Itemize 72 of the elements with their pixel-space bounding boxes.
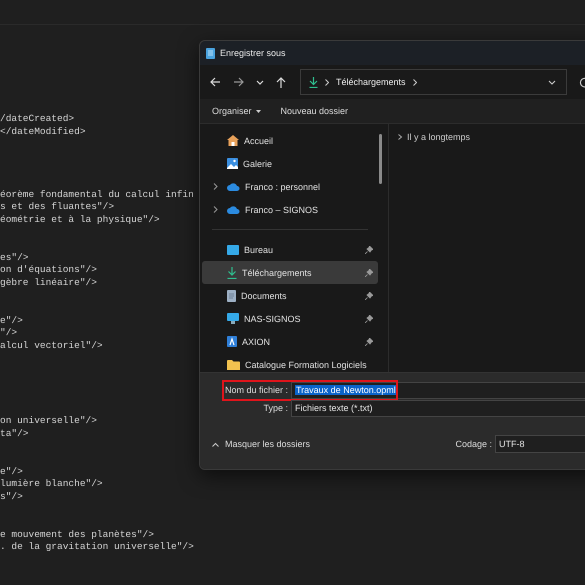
- file-type-dropdown[interactable]: Fichiers texte (*.txt): [291, 400, 585, 416]
- field-label: Codage :: [455, 439, 492, 449]
- code-line: e"/>: [0, 314, 23, 328]
- toolbar-button[interactable]: Organiser: [206, 104, 267, 118]
- forward-icon[interactable]: [233, 77, 244, 87]
- nav-item[interactable]: Documents: [202, 284, 378, 307]
- toolbar-button[interactable]: Nouveau dossier: [274, 104, 354, 118]
- code-line: éométrie et à la physique"/>: [0, 214, 160, 227]
- scrollbar-thumb[interactable]: [379, 134, 382, 184]
- field-label: Type :: [262, 403, 289, 413]
- nav-item[interactable]: Galerie: [202, 152, 378, 175]
- download-icon: [227, 266, 237, 278]
- code-line: on d'équations"/>: [0, 264, 97, 277]
- chevron-down-icon[interactable]: [548, 80, 556, 84]
- code-line: </dateModified>: [0, 126, 86, 138]
- pin-icon[interactable]: [365, 314, 373, 322]
- code-line: e"/>: [0, 466, 23, 478]
- chevron-right-icon[interactable]: [212, 206, 219, 213]
- nav-item[interactable]: Franco : personnel: [202, 175, 378, 198]
- nav-item[interactable]: NAS-SIGNOS: [202, 307, 378, 330]
- nav-item[interactable]: Catalogue Formation Logiciels: [202, 353, 378, 376]
- cloud-icon: [227, 206, 240, 214]
- code-line: ta"/>: [0, 428, 29, 441]
- code-line: es"/>: [0, 252, 29, 264]
- pin-icon[interactable]: [365, 246, 373, 254]
- chevron-up-icon: [212, 442, 219, 446]
- field-label: Nom du fichier :: [224, 385, 289, 395]
- nav-item[interactable]: Téléchargements: [202, 261, 378, 284]
- code-line: lumière blanche"/>: [0, 478, 103, 492]
- caret-icon: [256, 110, 261, 112]
- code-line: /dateCreated>: [0, 113, 74, 126]
- notepad-icon: [206, 48, 215, 58]
- code-line: . de la gravitation universelle"/>: [0, 541, 194, 554]
- code-line: alcul vectoriel"/>: [0, 340, 103, 352]
- download-icon: [309, 76, 318, 88]
- pin-icon[interactable]: [365, 268, 373, 276]
- code-line: on universelle"/>: [0, 415, 97, 428]
- group-header[interactable]: Il y a longtemps: [397, 132, 585, 142]
- home-icon: [227, 135, 239, 146]
- up-icon[interactable]: [276, 76, 286, 88]
- code-line: s et des fluantes"/>: [0, 201, 114, 214]
- folder-icon: [227, 360, 240, 370]
- nav-item[interactable]: Bureau: [202, 238, 378, 261]
- document-icon: [227, 290, 236, 302]
- encoding-dropdown[interactable]: UTF-8: [495, 435, 585, 453]
- monitor-icon: [227, 313, 239, 324]
- back-icon[interactable]: [210, 77, 221, 87]
- cloud-icon: [227, 182, 240, 190]
- address-bar[interactable]: Téléchargements: [300, 69, 567, 95]
- desktop-icon: [227, 244, 239, 254]
- gallery-icon: [227, 158, 238, 169]
- chevron-right-icon: [325, 78, 329, 86]
- hide-folders-button[interactable]: Masquer les dossiers: [206, 438, 316, 450]
- code-line: éorème fondamental du calcul infin: [0, 188, 194, 202]
- code-line: gèbre linéaire"/>: [0, 276, 97, 290]
- nav-item[interactable]: Franco – SIGNOS: [202, 198, 378, 221]
- chevron-right-icon[interactable]: [212, 183, 219, 190]
- app-icon: [227, 336, 237, 347]
- nav-item[interactable]: AXION: [202, 330, 378, 353]
- path-segment[interactable]: Téléchargements: [336, 77, 406, 87]
- chevron-icon: [397, 134, 403, 140]
- file-name-text: Travaux de Newton.opml: [295, 385, 397, 395]
- file-name-field[interactable]: Travaux de Newton.opml: [291, 382, 585, 398]
- window-title: Enregistrer sous: [220, 48, 286, 58]
- code-line: e mouvement des planètes"/>: [0, 528, 154, 542]
- nav-item[interactable]: Accueil: [202, 129, 378, 152]
- pin-icon[interactable]: [365, 292, 373, 300]
- chevron-right-icon[interactable]: [412, 78, 417, 86]
- code-line: "/>: [0, 327, 18, 340]
- chevron-down-icon[interactable]: [256, 80, 264, 84]
- code-line: s"/>: [0, 491, 23, 504]
- pin-icon[interactable]: [365, 338, 373, 346]
